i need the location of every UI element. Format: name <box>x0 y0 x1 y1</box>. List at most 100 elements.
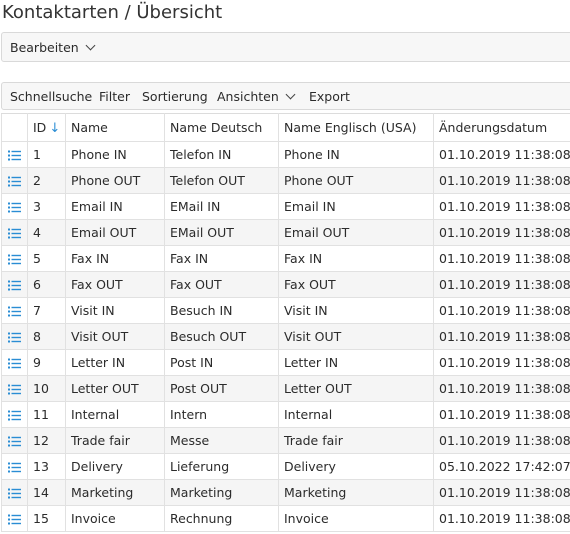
cell-name-englisch: Email IN <box>278 193 434 220</box>
list-icon[interactable] <box>8 176 21 187</box>
row-menu-cell[interactable] <box>1 141 28 168</box>
ansichten-label: Ansichten <box>217 88 279 104</box>
cell-name-deutsch: Besuch OUT <box>164 323 279 350</box>
schnellsuche-button[interactable]: Schnellsuche <box>10 83 92 109</box>
bearbeiten-menu[interactable]: Bearbeiten <box>10 33 96 61</box>
list-icon[interactable] <box>8 384 21 395</box>
cell-name: Letter IN <box>65 349 165 376</box>
cell-aenderungsdatum: 01.10.2019 11:38:08 <box>433 219 570 246</box>
table-row[interactable]: 7 Visit IN Besuch IN Visit IN 01.10.2019 11:… <box>1 297 570 324</box>
cell-name: Visit IN <box>65 297 165 324</box>
table-row[interactable]: 14 Marketing Marketing Marketing 01.10.2019 … <box>1 479 570 506</box>
cell-aenderungsdatum: 01.10.2019 11:38:08 <box>433 375 570 402</box>
cell-name-deutsch: Intern <box>164 401 279 428</box>
list-icon[interactable] <box>8 358 21 369</box>
row-menu-cell[interactable] <box>1 271 28 298</box>
cell-id: 11 <box>27 401 66 428</box>
edit-bar: Bearbeiten <box>1 32 570 62</box>
list-icon[interactable] <box>8 410 21 421</box>
list-icon[interactable] <box>8 436 21 447</box>
row-menu-cell[interactable] <box>1 297 28 324</box>
cell-aenderungsdatum: 01.10.2019 11:38:08 <box>433 271 570 298</box>
header-id[interactable]: ID ↓ <box>27 113 66 142</box>
row-menu-cell[interactable] <box>1 505 28 532</box>
list-icon[interactable] <box>8 202 21 213</box>
cell-name-deutsch: Messe <box>164 427 279 454</box>
cell-name-deutsch: Post OUT <box>164 375 279 402</box>
export-button[interactable]: Export <box>309 83 350 109</box>
cell-name-deutsch: Marketing <box>164 479 279 506</box>
table-row[interactable]: 5 Fax IN Fax IN Fax IN 01.10.2019 11:38:08 <box>1 245 570 272</box>
sortierung-button[interactable]: Sortierung <box>142 83 208 109</box>
row-menu-cell[interactable] <box>1 479 28 506</box>
list-icon[interactable] <box>8 254 21 265</box>
cell-name-deutsch: Rechnung <box>164 505 279 532</box>
cell-name: Delivery <box>65 453 165 480</box>
contact-types-table: ID ↓ Name Name Deutsch Name Englisch (USA… <box>1 113 570 532</box>
cell-id: 10 <box>27 375 66 402</box>
table-row[interactable]: 4 Email OUT EMail OUT Email OUT 01.10.2019 1… <box>1 219 570 246</box>
list-icon[interactable] <box>8 228 21 239</box>
header-action-column <box>1 113 28 142</box>
filter-button[interactable]: Filter <box>99 83 130 109</box>
table-row[interactable]: 15 Invoice Rechnung Invoice 01.10.2019 11:38… <box>1 505 570 532</box>
cell-name: Letter OUT <box>65 375 165 402</box>
row-menu-cell[interactable] <box>1 245 28 272</box>
cell-name: Fax OUT <box>65 271 165 298</box>
table-row[interactable]: 12 Trade fair Messe Trade fair 01.10.2019 11… <box>1 427 570 454</box>
cell-name-englisch: Email OUT <box>278 219 434 246</box>
table-row[interactable]: 6 Fax OUT Fax OUT Fax OUT 01.10.2019 11:38:0… <box>1 271 570 298</box>
cell-id: 5 <box>27 245 66 272</box>
row-menu-cell[interactable] <box>1 375 28 402</box>
row-menu-cell[interactable] <box>1 349 28 376</box>
list-icon[interactable] <box>8 150 21 161</box>
row-menu-cell[interactable] <box>1 453 28 480</box>
table-row[interactable]: 8 Visit OUT Besuch OUT Visit OUT 01.10.2019 … <box>1 323 570 350</box>
ansichten-menu[interactable]: Ansichten <box>217 83 296 109</box>
cell-aenderungsdatum: 01.10.2019 11:38:08 <box>433 193 570 220</box>
cell-aenderungsdatum: 01.10.2019 11:38:08 <box>433 297 570 324</box>
row-menu-cell[interactable] <box>1 193 28 220</box>
cell-id: 12 <box>27 427 66 454</box>
list-icon[interactable] <box>8 462 21 473</box>
cell-aenderungsdatum: 01.10.2019 11:38:08 <box>433 479 570 506</box>
header-name-englisch[interactable]: Name Englisch (USA) <box>278 113 434 142</box>
table-row[interactable]: 10 Letter OUT Post OUT Letter OUT 01.10.2019… <box>1 375 570 402</box>
cell-name-deutsch: EMail OUT <box>164 219 279 246</box>
table-row[interactable]: 3 Email IN EMail IN Email IN 01.10.2019 11:3… <box>1 193 570 220</box>
table-header-row: ID ↓ Name Name Deutsch Name Englisch (USA… <box>1 113 570 142</box>
list-icon[interactable] <box>8 306 21 317</box>
cell-id: 7 <box>27 297 66 324</box>
cell-name-englisch: Fax OUT <box>278 271 434 298</box>
cell-name-englisch: Delivery <box>278 453 434 480</box>
cell-aenderungsdatum: 05.10.2022 17:42:07 <box>433 453 570 480</box>
cell-name-englisch: Letter OUT <box>278 375 434 402</box>
cell-name-englisch: Trade fair <box>278 427 434 454</box>
bearbeiten-label: Bearbeiten <box>10 39 79 55</box>
row-menu-cell[interactable] <box>1 167 28 194</box>
row-menu-cell[interactable] <box>1 219 28 246</box>
header-name-deutsch[interactable]: Name Deutsch <box>164 113 279 142</box>
row-menu-cell[interactable] <box>1 427 28 454</box>
cell-aenderungsdatum: 01.10.2019 11:38:08 <box>433 401 570 428</box>
list-icon[interactable] <box>8 280 21 291</box>
list-icon[interactable] <box>8 488 21 499</box>
cell-name-deutsch: Fax IN <box>164 245 279 272</box>
header-aenderungsdatum[interactable]: Änderungsdatum <box>433 113 570 142</box>
header-name[interactable]: Name <box>65 113 165 142</box>
table-row[interactable]: 2 Phone OUT Telefon OUT Phone OUT 01.10.2019… <box>1 167 570 194</box>
cell-name-englisch: Invoice <box>278 505 434 532</box>
cell-id: 3 <box>27 193 66 220</box>
list-icon[interactable] <box>8 514 21 525</box>
table-row[interactable]: 13 Delivery Lieferung Delivery 05.10.2022 17… <box>1 453 570 480</box>
table-row[interactable]: 1 Phone IN Telefon IN Phone IN 01.10.2019 11… <box>1 141 570 168</box>
cell-name: Internal <box>65 401 165 428</box>
cell-aenderungsdatum: 01.10.2019 11:38:08 <box>433 323 570 350</box>
table-row[interactable]: 9 Letter IN Post IN Letter IN 01.10.2019 11:… <box>1 349 570 376</box>
row-menu-cell[interactable] <box>1 401 28 428</box>
table-row[interactable]: 11 Internal Intern Internal 01.10.2019 11:38… <box>1 401 570 428</box>
list-icon[interactable] <box>8 332 21 343</box>
cell-id: 15 <box>27 505 66 532</box>
row-menu-cell[interactable] <box>1 323 28 350</box>
cell-name-deutsch: EMail IN <box>164 193 279 220</box>
